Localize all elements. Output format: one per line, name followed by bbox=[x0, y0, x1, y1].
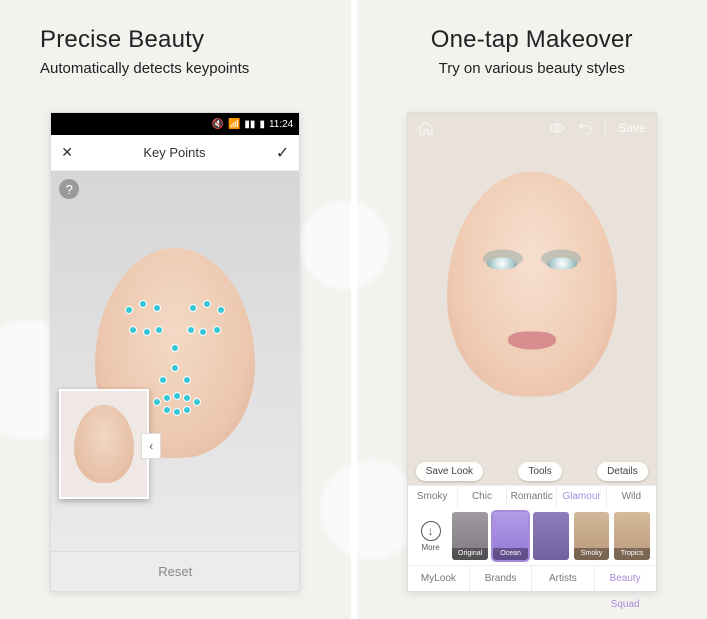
keypoint[interactable] bbox=[203, 300, 211, 308]
wifi-icon: 📶 bbox=[228, 119, 240, 130]
keypoint[interactable] bbox=[155, 326, 163, 334]
thumb-label: Ocean bbox=[493, 548, 528, 560]
face-inset-preview[interactable]: ‹ bbox=[59, 389, 149, 499]
keypoint[interactable] bbox=[171, 364, 179, 372]
save-button[interactable]: Save bbox=[618, 121, 645, 135]
action-pill-row: Save Look Tools Details bbox=[408, 456, 656, 485]
lips bbox=[508, 332, 556, 350]
makeover-canvas[interactable]: Save Save Look Tools Details bbox=[408, 113, 656, 485]
separator bbox=[605, 121, 606, 135]
thumb-label: Smoky bbox=[574, 548, 609, 560]
look-thumb-blank[interactable] bbox=[533, 512, 568, 560]
keypoint[interactable] bbox=[143, 328, 151, 336]
signal-icon: ▮▮ bbox=[244, 119, 255, 130]
title-left: Precise Beauty bbox=[40, 26, 351, 54]
look-thumb-smoky[interactable]: Smoky bbox=[574, 512, 609, 560]
tools-button[interactable]: Tools bbox=[518, 462, 561, 481]
more-looks-button[interactable]: More bbox=[414, 521, 448, 552]
keypoint[interactable] bbox=[173, 392, 181, 400]
home-icon[interactable] bbox=[418, 120, 434, 136]
keypoint[interactable] bbox=[217, 306, 225, 314]
style-tab-romantic[interactable]: Romantic bbox=[507, 486, 557, 507]
close-icon[interactable] bbox=[61, 144, 73, 162]
style-tab-smoky[interactable]: Smoky bbox=[408, 486, 458, 507]
keypoint[interactable] bbox=[199, 328, 207, 336]
appbar-title: Key Points bbox=[143, 145, 205, 160]
look-thumb-ocean[interactable]: Ocean bbox=[493, 512, 528, 560]
download-icon bbox=[421, 521, 441, 541]
style-tab-glamour[interactable]: Glamour bbox=[557, 486, 607, 507]
thumb-label: Tropics bbox=[614, 548, 649, 560]
canvas-top-overlay: Save bbox=[408, 113, 656, 143]
keypoint[interactable] bbox=[153, 304, 161, 312]
details-button[interactable]: Details bbox=[597, 462, 648, 481]
chevron-left-icon[interactable]: ‹ bbox=[141, 433, 161, 459]
subtitle-right: Try on various beauty styles bbox=[357, 60, 707, 77]
model-face bbox=[447, 172, 617, 397]
nav-beauty-squad[interactable]: Beauty Squad bbox=[595, 566, 656, 591]
panel-precise-beauty: Precise Beauty Automatically detects key… bbox=[0, 0, 351, 619]
keypoint[interactable] bbox=[183, 394, 191, 402]
status-time: 11:24 bbox=[269, 119, 293, 130]
undo-icon[interactable] bbox=[577, 120, 593, 136]
eye bbox=[487, 258, 517, 270]
keypoint[interactable] bbox=[125, 306, 133, 314]
style-tabs: Smoky Chic Romantic Glamour Wild bbox=[408, 485, 656, 507]
help-icon[interactable]: ? bbox=[59, 179, 79, 199]
keypoint[interactable] bbox=[183, 406, 191, 414]
compare-icon[interactable] bbox=[549, 120, 565, 136]
device-keypoints: 🔇 📶 ▮▮ ▮ 11:24 Key Points ? bbox=[50, 112, 300, 592]
bottom-nav: MyLook Brands Artists Beauty Squad bbox=[408, 565, 656, 591]
status-bar: 🔇 📶 ▮▮ ▮ 11:24 bbox=[51, 113, 299, 135]
keypoint[interactable] bbox=[159, 376, 167, 384]
eye bbox=[547, 258, 577, 270]
style-tab-chic[interactable]: Chic bbox=[458, 486, 508, 507]
keypoint[interactable] bbox=[183, 376, 191, 384]
keypoint[interactable] bbox=[189, 304, 197, 312]
keypoint[interactable] bbox=[153, 398, 161, 406]
nav-brands[interactable]: Brands bbox=[470, 566, 532, 591]
keypoint[interactable] bbox=[171, 344, 179, 352]
nav-mylook[interactable]: MyLook bbox=[408, 566, 470, 591]
keypoints-canvas[interactable]: ‹ bbox=[51, 171, 299, 551]
device-makeover: Save Save Look Tools Details Smoky Chic … bbox=[407, 112, 657, 592]
panel-one-tap-makeover: One-tap Makeover Try on various beauty s… bbox=[357, 0, 707, 619]
keypoint[interactable] bbox=[129, 326, 137, 334]
confirm-icon[interactable] bbox=[276, 143, 289, 163]
look-thumb-tropics[interactable]: Tropics bbox=[614, 512, 649, 560]
more-label: More bbox=[421, 543, 439, 552]
nav-artists[interactable]: Artists bbox=[532, 566, 594, 591]
battery-icon: ▮ bbox=[259, 119, 265, 130]
save-look-button[interactable]: Save Look bbox=[416, 462, 483, 481]
keypoint[interactable] bbox=[193, 398, 201, 406]
keypoint[interactable] bbox=[173, 408, 181, 416]
title-right: One-tap Makeover bbox=[357, 26, 707, 54]
heading-left: Precise Beauty Automatically detects key… bbox=[0, 26, 351, 77]
look-thumb-original[interactable]: Original bbox=[452, 512, 487, 560]
reset-button[interactable]: Reset bbox=[51, 551, 299, 591]
thumb-label: Original bbox=[452, 548, 487, 560]
keypoint[interactable] bbox=[139, 300, 147, 308]
heading-right: One-tap Makeover Try on various beauty s… bbox=[357, 26, 707, 77]
app-bar: Key Points bbox=[51, 135, 299, 171]
keypoint[interactable] bbox=[213, 326, 221, 334]
keypoint[interactable] bbox=[163, 406, 171, 414]
mute-icon: 🔇 bbox=[212, 119, 224, 130]
style-tab-wild[interactable]: Wild bbox=[607, 486, 656, 507]
keypoint[interactable] bbox=[187, 326, 195, 334]
mini-face bbox=[74, 405, 134, 483]
look-thumbnails: More Original Ocean Smoky Tropics bbox=[408, 507, 656, 565]
keypoint[interactable] bbox=[163, 394, 171, 402]
subtitle-left: Automatically detects keypoints bbox=[40, 60, 351, 77]
